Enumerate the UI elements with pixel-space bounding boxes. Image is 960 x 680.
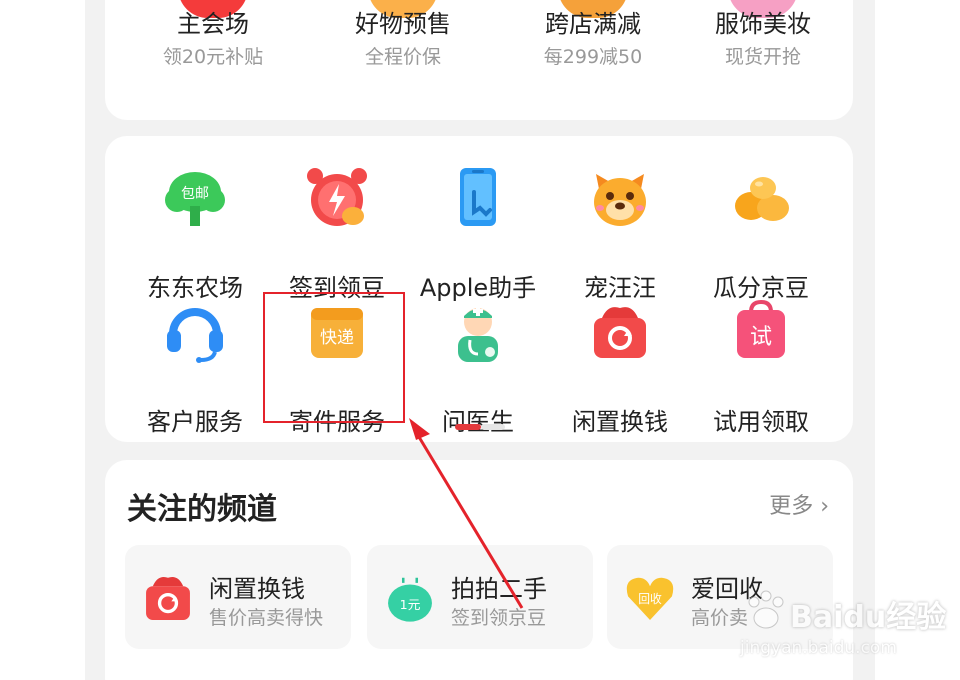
- paw-icon: [748, 590, 784, 629]
- watermark-brand: Baidu经验: [790, 600, 947, 635]
- baidu-watermark: Baidu经验 jingyan.baidu.com: [740, 578, 950, 678]
- watermark-url: jingyan.baidu.com: [740, 638, 897, 658]
